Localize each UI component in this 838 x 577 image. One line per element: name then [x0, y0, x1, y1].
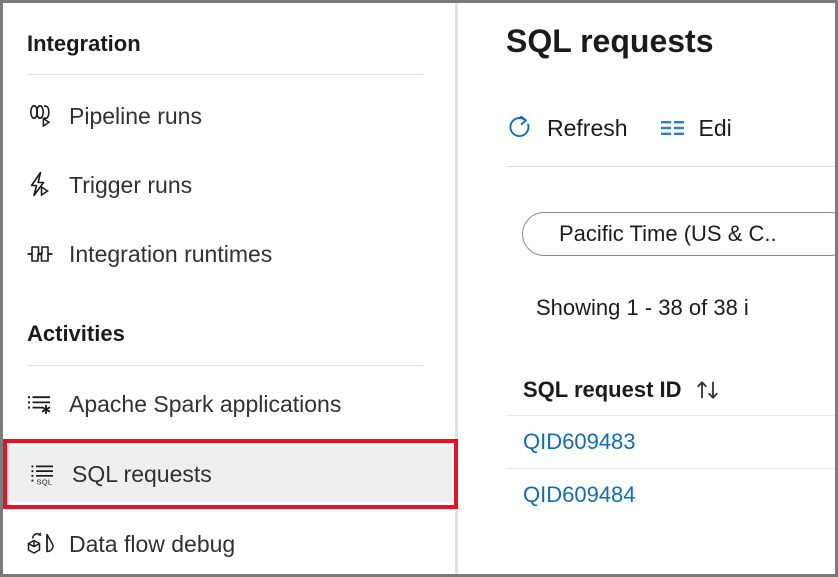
- table-row[interactable]: QID609484: [506, 468, 835, 521]
- spark-applications-icon: [23, 387, 57, 421]
- svg-text:SQL: SQL: [37, 477, 53, 486]
- sidebar-item-label: Data flow debug: [69, 531, 235, 558]
- trigger-runs-icon: [23, 168, 57, 202]
- sql-request-id-link[interactable]: QID609484: [523, 482, 636, 508]
- table-row[interactable]: QID609483: [506, 415, 835, 468]
- results-count-text: Showing 1 - 38 of 38 i: [536, 295, 749, 321]
- timezone-dropdown[interactable]: Pacific Time (US & C..: [522, 212, 835, 256]
- edit-columns-label: Edi: [699, 115, 732, 142]
- column-header-sql-request-id: SQL request ID: [523, 377, 682, 403]
- data-flow-debug-icon: [23, 527, 57, 561]
- timezone-value: Pacific Time (US & C..: [559, 221, 777, 247]
- sidebar-item-label: Pipeline runs: [69, 103, 202, 130]
- sidebar-item-label: Trigger runs: [69, 172, 192, 199]
- sql-requests-icon: SQL: [26, 457, 60, 491]
- sidebar-section-divider-integration: [27, 74, 423, 75]
- sql-requests-table: SQL request ID QID609483: [506, 365, 835, 521]
- sql-request-id-link[interactable]: QID609483: [523, 429, 636, 455]
- sidebar-item-label: Integration runtimes: [69, 241, 272, 268]
- sort-ascending-descending-icon[interactable]: [695, 378, 723, 402]
- page-root: Integration Pipeline runs: [3, 3, 835, 574]
- page-title: SQL requests: [506, 23, 713, 60]
- sidebar-item-label: Apache Spark applications: [69, 391, 341, 418]
- sidebar-item-trigger-runs[interactable]: Trigger runs: [3, 162, 455, 208]
- refresh-icon: [506, 113, 536, 143]
- sidebar-item-integration-runtimes[interactable]: Integration runtimes: [3, 231, 455, 277]
- integration-runtimes-icon: [23, 237, 57, 271]
- sidebar: Integration Pipeline runs: [3, 3, 455, 574]
- edit-columns-icon: [658, 113, 688, 143]
- sidebar-item-sql-requests[interactable]: SQL SQL requests: [6, 446, 452, 502]
- sidebar-section-title-activities: Activities: [27, 321, 125, 347]
- refresh-label: Refresh: [547, 115, 628, 142]
- pipeline-runs-icon: [23, 99, 57, 133]
- window-frame: Integration Pipeline runs: [0, 0, 838, 577]
- sidebar-section-title-integration: Integration: [27, 31, 141, 57]
- command-toolbar: Refresh Edi: [506, 108, 762, 148]
- edit-columns-button[interactable]: Edi: [658, 108, 732, 148]
- content-pane: SQL requests Refresh: [458, 3, 835, 574]
- sidebar-item-apache-spark-applications[interactable]: Apache Spark applications: [3, 381, 455, 427]
- sidebar-item-label: SQL requests: [72, 461, 212, 488]
- sidebar-item-pipeline-runs[interactable]: Pipeline runs: [3, 93, 455, 139]
- toolbar-divider: [506, 166, 835, 167]
- refresh-button[interactable]: Refresh: [506, 108, 628, 148]
- sidebar-section-divider-activities: [27, 365, 423, 366]
- table-header-row[interactable]: SQL request ID: [506, 365, 835, 415]
- sidebar-item-data-flow-debug[interactable]: Data flow debug: [3, 521, 455, 567]
